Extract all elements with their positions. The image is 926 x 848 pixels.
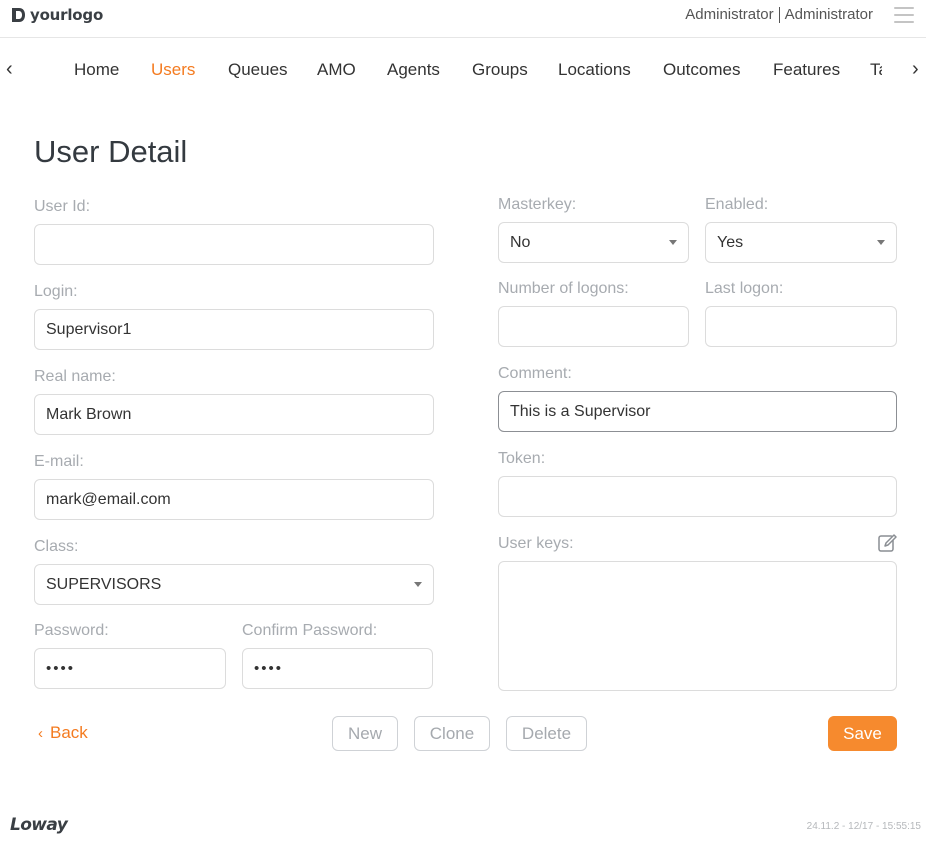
nav-item-home[interactable]: Home [74,60,119,80]
comment-label: Comment: [498,365,572,382]
edit-icon[interactable] [877,533,897,553]
user-separator [778,6,780,23]
nav-item-queues[interactable]: Queues [228,60,288,80]
class-select[interactable]: SUPERVISORS [34,564,434,605]
new-button[interactable]: New [332,716,398,751]
nav-item-locations[interactable]: Locations [558,60,631,80]
chevron-left-icon[interactable]: ‹ [6,58,13,80]
logons-label: Number of logons: [498,280,629,297]
enabled-select-value: Yes [717,233,744,251]
chevron-left-icon: ‹ [38,724,43,742]
nav-item-groups[interactable]: Groups [472,60,528,80]
real-name-label: Real name: [34,368,116,385]
footer-logo: Loway [10,815,68,835]
back-link-label: Back [50,723,88,742]
comment-field[interactable]: This is a Supervisor [498,391,897,432]
nav-item-agents[interactable]: Agents [387,60,440,80]
back-link[interactable]: ‹ Back [38,723,88,743]
user-name[interactable]: Administrator [785,6,873,23]
caret-down-icon [877,240,885,245]
login-label: Login: [34,283,78,300]
user-info: Administrator Administrator [685,6,873,23]
token-label: Token: [498,450,546,467]
logo[interactable]: yourlogo [10,4,103,26]
user-id-field[interactable] [34,224,434,265]
nav-item-truncated[interactable]: Ta [870,60,882,80]
masterkey-select[interactable]: No [498,222,689,263]
password-field[interactable]: •••• [34,648,226,689]
logo-mark-icon [12,8,25,22]
confirm-password-label: Confirm Password: [242,622,378,639]
class-select-value: SUPERVISORS [46,575,162,593]
nav-item-features[interactable]: Features [773,60,840,80]
masterkey-select-value: No [510,233,531,251]
user-id-label: User Id: [34,198,91,215]
version-info: 24.11.2 - 12/17 - 15:55:15 [806,821,921,832]
token-field[interactable] [498,476,897,517]
user-keys-label: User keys: [498,535,574,552]
enabled-label: Enabled: [705,196,769,213]
nav-item-amo[interactable]: AMO [317,60,356,80]
enabled-select[interactable]: Yes [705,222,897,263]
last-logon-label: Last logon: [705,280,784,297]
real-name-field[interactable]: Mark Brown [34,394,434,435]
chevron-right-icon[interactable]: › [912,58,919,80]
caret-down-icon [414,582,422,587]
last-logon-field[interactable] [705,306,897,347]
email-field[interactable]: mark@email.com [34,479,434,520]
clone-button[interactable]: Clone [414,716,490,751]
password-label: Password: [34,622,109,639]
nav-items: Home Users Queues AMO Agents Groups Loca… [0,38,896,100]
user-keys-textarea[interactable] [498,561,897,691]
class-label: Class: [34,538,79,555]
nav-item-users[interactable]: Users [151,60,195,80]
nav-item-outcomes[interactable]: Outcomes [663,60,740,80]
hamburger-icon[interactable] [894,7,914,23]
main-nav: Home Users Queues AMO Agents Groups Loca… [0,38,926,100]
caret-down-icon [669,240,677,245]
logo-text: yourlogo [30,6,104,24]
logons-field[interactable] [498,306,689,347]
email-label: E-mail: [34,453,84,470]
save-button[interactable]: Save [828,716,897,751]
confirm-password-field[interactable]: •••• [242,648,433,689]
top-bar: yourlogo Administrator Administrator [0,0,926,38]
login-field[interactable]: Supervisor1 [34,309,434,350]
delete-button[interactable]: Delete [506,716,587,751]
page-title: User Detail [34,134,188,169]
user-role[interactable]: Administrator [685,6,773,23]
masterkey-label: Masterkey: [498,196,577,213]
